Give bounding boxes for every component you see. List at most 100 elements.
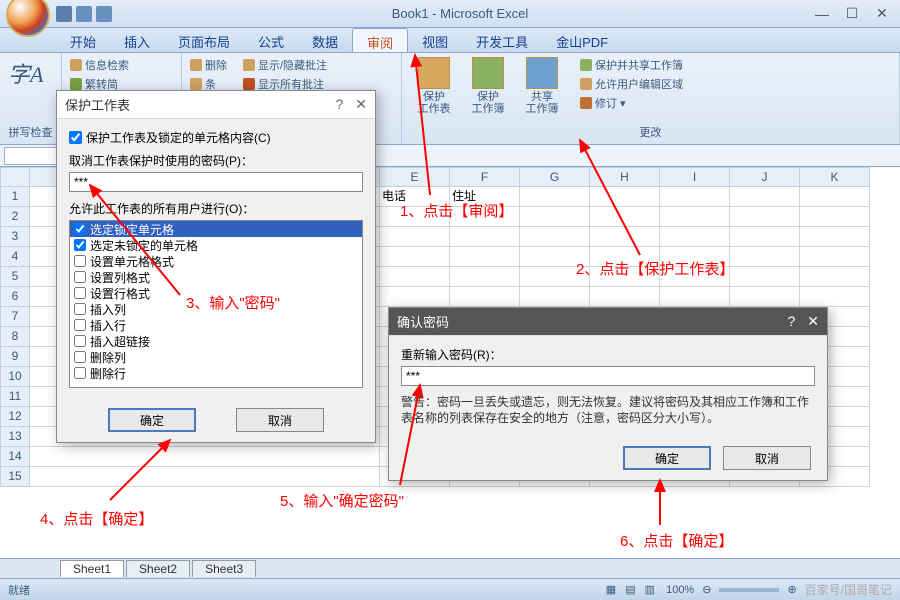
cell[interactable] xyxy=(800,267,870,287)
row-header[interactable]: 5 xyxy=(0,267,30,287)
tab-developer[interactable]: 开发工具 xyxy=(462,28,542,52)
allow-edit-item[interactable]: 允许用户编辑区域 xyxy=(580,76,683,92)
row-header[interactable]: 6 xyxy=(0,287,30,307)
cell[interactable] xyxy=(590,267,660,287)
checkbox-icon[interactable] xyxy=(69,131,82,144)
row-header[interactable]: 11 xyxy=(0,387,30,407)
help-icon[interactable]: ? xyxy=(335,96,343,113)
protect-content-checkbox[interactable]: 保护工作表及锁定的单元格内容(C) xyxy=(69,129,363,146)
cell[interactable] xyxy=(590,227,660,247)
permission-item[interactable]: 设置行格式 xyxy=(70,285,362,301)
tab-formula[interactable]: 公式 xyxy=(244,28,298,52)
col-header-h[interactable]: H xyxy=(590,167,660,187)
row-header[interactable]: 14 xyxy=(0,447,30,467)
permission-item[interactable]: 设置列格式 xyxy=(70,269,362,285)
row-header[interactable]: 8 xyxy=(0,327,30,347)
checkbox-icon[interactable] xyxy=(74,239,86,251)
cell[interactable] xyxy=(380,207,450,227)
confirm-password-input[interactable] xyxy=(401,366,815,386)
permission-item[interactable]: 删除列 xyxy=(70,349,362,365)
sheet-tab[interactable]: Sheet1 xyxy=(60,560,124,577)
tab-view[interactable]: 视图 xyxy=(408,28,462,52)
cell[interactable] xyxy=(450,247,520,267)
ok-button[interactable]: 确定 xyxy=(108,408,196,432)
col-header-e[interactable]: E xyxy=(380,167,450,187)
cell[interactable] xyxy=(520,187,590,207)
cell[interactable] xyxy=(520,267,590,287)
minimize-button[interactable]: — xyxy=(808,5,836,23)
cell[interactable] xyxy=(660,227,730,247)
checkbox-icon[interactable] xyxy=(74,367,86,379)
checkbox-icon[interactable] xyxy=(74,287,86,299)
cell[interactable] xyxy=(590,287,660,307)
show-hide-comment[interactable]: 显示/隐藏批注 xyxy=(243,57,327,73)
cell[interactable] xyxy=(730,247,800,267)
checkbox-icon[interactable] xyxy=(74,223,86,235)
checkbox-icon[interactable] xyxy=(74,303,86,315)
row-header[interactable]: 15 xyxy=(0,467,30,487)
row-header[interactable]: 10 xyxy=(0,367,30,387)
redo-icon[interactable] xyxy=(96,6,112,22)
permission-item[interactable]: 插入行 xyxy=(70,317,362,333)
row-header[interactable]: 13 xyxy=(0,427,30,447)
col-header-i[interactable]: I xyxy=(660,167,730,187)
cell[interactable] xyxy=(730,287,800,307)
cell[interactable] xyxy=(730,187,800,207)
sheet-tab[interactable]: Sheet3 xyxy=(192,560,256,577)
col-header-k[interactable]: K xyxy=(800,167,870,187)
tab-data[interactable]: 数据 xyxy=(298,28,352,52)
close-icon[interactable]: ✕ xyxy=(807,313,819,330)
cell[interactable] xyxy=(730,227,800,247)
row-header[interactable]: 12 xyxy=(0,407,30,427)
checkbox-icon[interactable] xyxy=(74,255,86,267)
undo-icon[interactable] xyxy=(76,6,92,22)
tab-layout[interactable]: 页面布局 xyxy=(164,28,244,52)
permission-item[interactable]: 设置单元格格式 xyxy=(70,253,362,269)
row-header[interactable]: 4 xyxy=(0,247,30,267)
view-buttons[interactable]: ▦ ▤ ▥ xyxy=(606,583,658,596)
maximize-button[interactable]: ☐ xyxy=(838,5,866,23)
cell[interactable] xyxy=(590,207,660,227)
sheet-tab[interactable]: Sheet2 xyxy=(126,560,190,577)
tab-insert[interactable]: 插入 xyxy=(110,28,164,52)
cell[interactable] xyxy=(730,267,800,287)
permissions-listbox[interactable]: 选定锁定单元格选定未锁定的单元格设置单元格格式设置列格式设置行格式插入列插入行插… xyxy=(69,220,363,388)
protect-share-item[interactable]: 保护并共享工作簿 xyxy=(580,57,683,73)
zoom-out-icon[interactable]: ⊖ xyxy=(702,583,711,596)
cell[interactable] xyxy=(800,187,870,207)
cell[interactable] xyxy=(800,207,870,227)
permission-item[interactable]: 选定锁定单元格 xyxy=(70,221,362,237)
cell[interactable] xyxy=(380,287,450,307)
cell[interactable] xyxy=(800,247,870,267)
cell[interactable] xyxy=(380,247,450,267)
cell[interactable] xyxy=(450,267,520,287)
cell[interactable] xyxy=(450,287,520,307)
cell[interactable] xyxy=(520,287,590,307)
checkbox-icon[interactable] xyxy=(74,271,86,283)
cell[interactable] xyxy=(450,207,520,227)
permission-item[interactable]: 选定未锁定的单元格 xyxy=(70,237,362,253)
cancel-button[interactable]: 取消 xyxy=(723,446,811,470)
xinxi-item[interactable]: 信息检索 xyxy=(70,57,129,73)
cell[interactable] xyxy=(730,207,800,227)
row-header[interactable]: 1 xyxy=(0,187,30,207)
cell[interactable] xyxy=(660,267,730,287)
cancel-button[interactable]: 取消 xyxy=(236,408,324,432)
cell[interactable] xyxy=(30,447,380,467)
zoom-level[interactable]: 100% xyxy=(666,584,694,596)
checkbox-icon[interactable] xyxy=(74,319,86,331)
cell[interactable] xyxy=(800,227,870,247)
delete-comment[interactable]: 删除 xyxy=(190,57,227,73)
cell[interactable] xyxy=(520,247,590,267)
cell[interactable] xyxy=(450,227,520,247)
cell[interactable] xyxy=(380,227,450,247)
row-header[interactable]: 7 xyxy=(0,307,30,327)
protect-workbook-button[interactable]: 保护 工作簿 xyxy=(464,57,512,115)
protect-sheet-button[interactable]: 保护 工作表 xyxy=(410,57,458,115)
cell[interactable] xyxy=(30,467,380,487)
cell[interactable]: 住址 xyxy=(450,187,520,207)
tab-home[interactable]: 开始 xyxy=(56,28,110,52)
share-workbook-button[interactable]: 共享 工作簿 xyxy=(518,57,566,115)
cell[interactable] xyxy=(660,207,730,227)
col-header-j[interactable]: J xyxy=(730,167,800,187)
